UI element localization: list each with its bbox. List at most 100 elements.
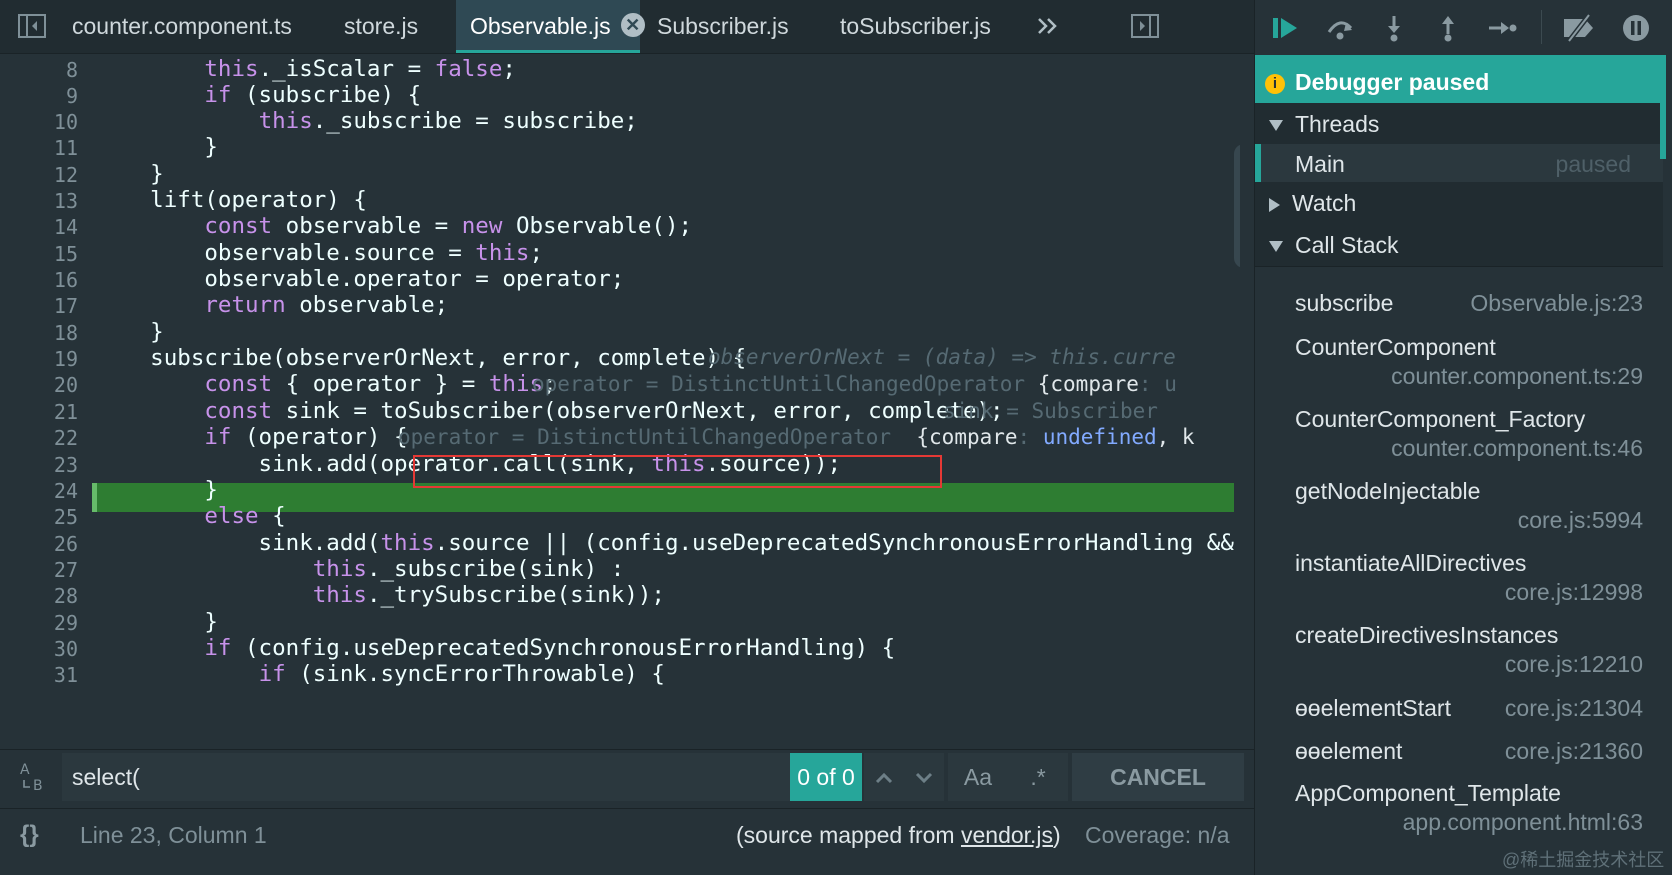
inline-value-text: , k — [1156, 425, 1195, 449]
watch-section-header[interactable]: Watch — [1255, 182, 1663, 225]
code-line: } — [96, 477, 218, 503]
step-out-icon[interactable] — [1433, 14, 1463, 42]
inline-value: operator = DistinctUntilChangedOperator … — [398, 425, 1195, 449]
tab-store[interactable]: store.js — [330, 0, 432, 53]
call-stack-frame[interactable]: ɵɵelementStart — [1295, 695, 1451, 722]
line-number[interactable]: 8 — [0, 58, 78, 82]
tab-label: store.js — [344, 13, 419, 39]
pause-on-exceptions-icon[interactable] — [1621, 14, 1651, 42]
inline-value-text: operator = DistinctUntilChangedOperator — [398, 425, 892, 449]
expanded-triangle-icon — [1269, 120, 1283, 132]
line-number[interactable]: 21 — [0, 400, 78, 424]
line-number[interactable]: 27 — [0, 558, 78, 582]
chevron-up-icon — [875, 772, 893, 784]
line-number[interactable]: 19 — [0, 347, 78, 371]
call-stack-frame[interactable]: createDirectivesInstances — [1295, 622, 1558, 649]
code-line: if (config.useDeprecatedSynchronousError… — [204, 635, 896, 661]
line-number[interactable]: 13 — [0, 189, 78, 213]
source-map-link[interactable]: vendor.js — [961, 822, 1053, 848]
call-stack-location[interactable]: core.js:12210 — [1505, 651, 1643, 678]
line-number[interactable]: 31 — [0, 663, 78, 687]
call-stack-location[interactable]: Observable.js:23 — [1470, 290, 1643, 317]
next-match-button[interactable] — [904, 753, 944, 801]
toggle-debugger-sidebar-icon[interactable] — [1131, 14, 1159, 38]
line-number[interactable]: 15 — [0, 242, 78, 266]
call-stack-frame[interactable]: AppComponent_Template — [1295, 780, 1561, 807]
line-number[interactable]: 30 — [0, 637, 78, 661]
call-stack-location[interactable]: app.component.html:63 — [1403, 809, 1643, 836]
call-stack-frame[interactable]: CounterComponent_Factory — [1295, 406, 1585, 433]
match-case-button[interactable]: Aa — [948, 753, 1008, 801]
call-stack-frame[interactable]: CounterComponent — [1295, 334, 1496, 361]
line-number[interactable]: 14 — [0, 215, 78, 239]
deactivate-breakpoints-icon[interactable] — [1561, 14, 1597, 42]
thread-state: paused — [1555, 151, 1631, 177]
line-number[interactable]: 12 — [0, 163, 78, 187]
previous-match-button[interactable] — [864, 753, 904, 801]
coverage-info: Coverage: n/a — [1085, 822, 1230, 848]
line-number[interactable]: 10 — [0, 110, 78, 134]
call-stack-location[interactable]: core.js:21304 — [1505, 695, 1643, 722]
callstack-section-header[interactable]: Call Stack — [1255, 224, 1663, 267]
regex-button[interactable]: .* — [1008, 753, 1068, 801]
svg-text:B: B — [33, 778, 43, 794]
pretty-print-button[interactable]: {} — [20, 821, 39, 849]
line-number[interactable]: 29 — [0, 611, 78, 635]
resume-icon[interactable] — [1271, 14, 1301, 42]
code-line: return observable; — [204, 292, 449, 318]
inline-value-text: : u — [1138, 372, 1177, 396]
close-tab-icon[interactable]: ✕ — [620, 13, 645, 37]
step-into-icon[interactable] — [1379, 14, 1409, 42]
match-case-toggle-icon[interactable]: A B — [18, 760, 48, 794]
source-map-info: (source mapped from vendor.js) — [736, 822, 1061, 849]
tab-label: Subscriber.js — [657, 13, 789, 39]
code-line: const observable = new Observable(); — [204, 213, 693, 239]
chevron-double-right-icon[interactable] — [1034, 14, 1062, 38]
code-line: const { operator } = this; — [204, 371, 557, 397]
line-number[interactable]: 9 — [0, 84, 78, 108]
line-number[interactable]: 22 — [0, 426, 78, 450]
section-label: Threads — [1295, 111, 1380, 137]
call-stack-location[interactable]: counter.component.ts:29 — [1391, 363, 1643, 390]
call-stack-location[interactable]: core.js:5994 — [1518, 507, 1643, 534]
toggle-sources-sidebar-icon[interactable] — [18, 14, 46, 38]
line-number[interactable]: 18 — [0, 321, 78, 345]
line-number[interactable]: 11 — [0, 136, 78, 160]
line-number[interactable]: 23 — [0, 453, 78, 477]
step-over-icon[interactable] — [1325, 14, 1355, 42]
line-number[interactable]: 16 — [0, 268, 78, 292]
call-stack-frame[interactable]: getNodeInjectable — [1295, 478, 1480, 505]
line-number[interactable]: 25 — [0, 505, 78, 529]
tab-counter-component[interactable]: counter.component.ts — [58, 0, 306, 53]
call-stack-location[interactable]: core.js:12998 — [1505, 579, 1643, 606]
thread-item-main[interactable]: Main paused — [1255, 144, 1663, 186]
tab-observable[interactable]: Observable.js ✕ — [456, 0, 645, 53]
cancel-search-button[interactable]: CANCEL — [1072, 753, 1244, 801]
step-icon[interactable] — [1487, 14, 1517, 42]
source-map-prefix: (source mapped from — [736, 822, 961, 848]
inline-value-text: {compare — [1037, 372, 1139, 396]
threads-section-header[interactable]: Threads — [1255, 103, 1663, 146]
call-stack-location[interactable]: core.js:21360 — [1505, 738, 1643, 765]
line-number[interactable]: 26 — [0, 532, 78, 556]
tab-subscriber[interactable]: Subscriber.js — [643, 0, 803, 53]
inline-value-text: : — [1017, 425, 1043, 449]
line-number[interactable]: 28 — [0, 584, 78, 608]
watermark: @稀土掘金技术社区 — [1502, 850, 1665, 870]
thread-name: Main — [1295, 151, 1345, 177]
code-line: this._trySubscribe(sink)); — [312, 582, 665, 608]
call-stack-location[interactable]: counter.component.ts:46 — [1391, 435, 1643, 462]
collapsed-triangle-icon — [1269, 197, 1280, 212]
line-number[interactable]: 17 — [0, 294, 78, 318]
inline-value: observerOrNext = (data) => this.curre — [708, 345, 1176, 369]
search-input[interactable] — [62, 753, 790, 801]
vertical-scrollbar[interactable] — [1234, 144, 1240, 268]
call-stack-frame[interactable]: instantiateAllDirectives — [1295, 550, 1526, 577]
line-number[interactable]: 20 — [0, 373, 78, 397]
code-editor[interactable]: 8 9 10 11 12 13 14 15 16 17 18 19 20 21 … — [0, 54, 1240, 748]
line-number[interactable]: 24 — [0, 479, 78, 503]
debugger-panel-scrollbar[interactable] — [1660, 55, 1666, 159]
tab-tosubscriber[interactable]: toSubscriber.js — [826, 0, 1005, 53]
call-stack-frame[interactable]: ɵɵelement — [1295, 738, 1402, 765]
call-stack-frame[interactable]: subscribe — [1295, 290, 1393, 317]
